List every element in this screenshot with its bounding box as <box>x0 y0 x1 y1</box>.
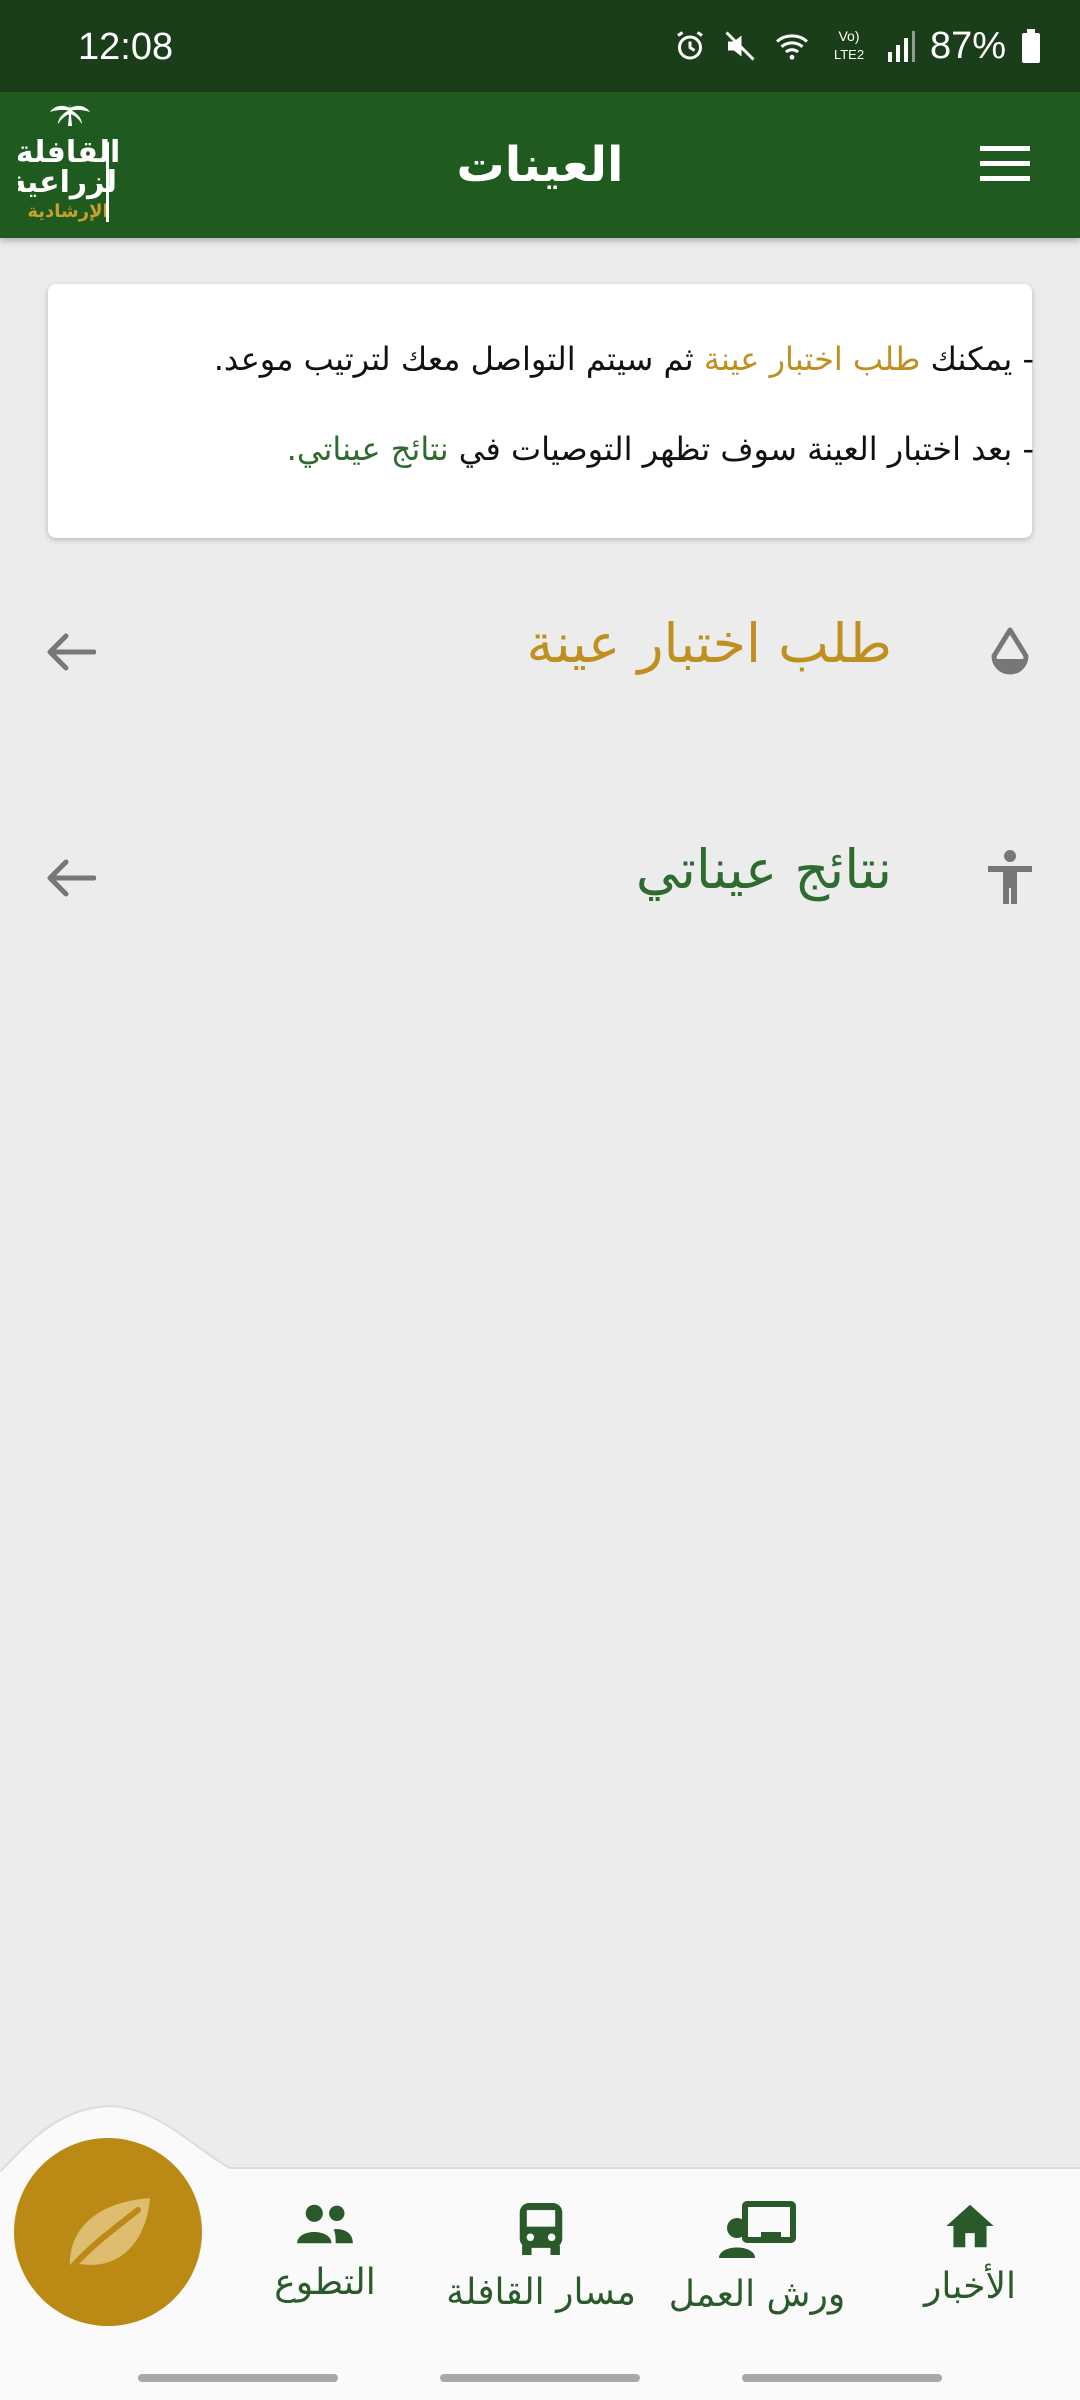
people-icon <box>297 2204 353 2244</box>
my-results-link[interactable]: نتائج عيناتي <box>297 430 449 468</box>
nav-news-label: الأخبار <box>923 2266 1016 2307</box>
nav-workshops[interactable]: ورش العمل <box>664 2200 850 2320</box>
gesture-bar-recents[interactable] <box>138 2374 338 2382</box>
info-text: - يمكنك <box>920 340 1034 378</box>
info-text: . <box>286 430 297 468</box>
request-sample-row[interactable]: طلب اختبار عينة <box>0 592 1080 712</box>
wifi-icon <box>775 34 808 60</box>
request-sample-link[interactable]: طلب اختبار عينة <box>704 340 921 378</box>
svg-text:LTE2: LTE2 <box>834 47 864 62</box>
nav-workshops-label: ورش العمل <box>668 2274 846 2315</box>
presentation-icon <box>719 2201 796 2258</box>
info-text: - بعد اختبار العينة سوف تظهر التوصيات في <box>448 430 1034 468</box>
bus-icon <box>519 2203 563 2255</box>
status-time: 12:08 <box>78 26 174 68</box>
page-title: العينات <box>456 137 624 193</box>
alarm-icon <box>677 31 703 60</box>
nav-caravan-route[interactable]: مسار القافلة <box>446 2200 636 2320</box>
battery-icon <box>1022 29 1040 63</box>
info-line-results: - بعد اختبار العينة سوف تظهر التوصيات في… <box>287 430 1034 468</box>
gesture-bar-back[interactable] <box>742 2374 942 2382</box>
nav-caravan-route-label: مسار القافلة <box>446 2272 636 2313</box>
status-bar: 12:08 Vo) LTE2 87% <box>0 0 1080 92</box>
app-logo[interactable]: القافلة الزراعية الإرشادية <box>18 102 118 228</box>
volte-lte2-icon: Vo) LTE2 <box>834 28 864 62</box>
leaf-fab-button[interactable] <box>14 2138 202 2326</box>
my-results-label: نتائج عيناتي <box>635 838 892 901</box>
info-card <box>48 284 1032 538</box>
drop-icon <box>991 627 1029 675</box>
gesture-bar-home[interactable] <box>440 2374 640 2382</box>
my-results-row[interactable]: نتائج عيناتي <box>0 818 1080 938</box>
status-icons: Vo) LTE2 87% <box>672 24 1042 68</box>
arrow-left-icon <box>47 633 96 671</box>
hamburger-menu-icon[interactable] <box>980 144 1030 184</box>
leaf-icon <box>65 2198 150 2275</box>
nav-volunteering-label: التطوع <box>274 2262 376 2303</box>
nav-news[interactable]: الأخبار <box>900 2200 1040 2320</box>
home-icon <box>946 2204 994 2248</box>
battery-percent: 87% <box>929 24 1006 67</box>
info-text: ثم سيتم التواصل معك لترتيب موعد. <box>213 340 704 378</box>
nav-volunteering[interactable]: التطوع <box>260 2200 390 2320</box>
request-sample-label: طلب اختبار عينة <box>526 612 892 675</box>
svg-text:الإرشادية: الإرشادية <box>27 201 108 222</box>
info-line-request: - يمكنك طلب اختبار عينة ثم سيتم التواصل … <box>214 340 1034 378</box>
mute-icon <box>725 31 755 61</box>
arrow-left-icon <box>47 859 96 897</box>
app-bar: العينات القافلة الزراعية الإرشادية <box>0 92 1080 238</box>
svg-text:Vo): Vo) <box>838 28 859 44</box>
signal-icon <box>887 31 915 62</box>
person-icon <box>988 850 1032 904</box>
svg-text:الزراعية: الزراعية <box>18 165 118 200</box>
